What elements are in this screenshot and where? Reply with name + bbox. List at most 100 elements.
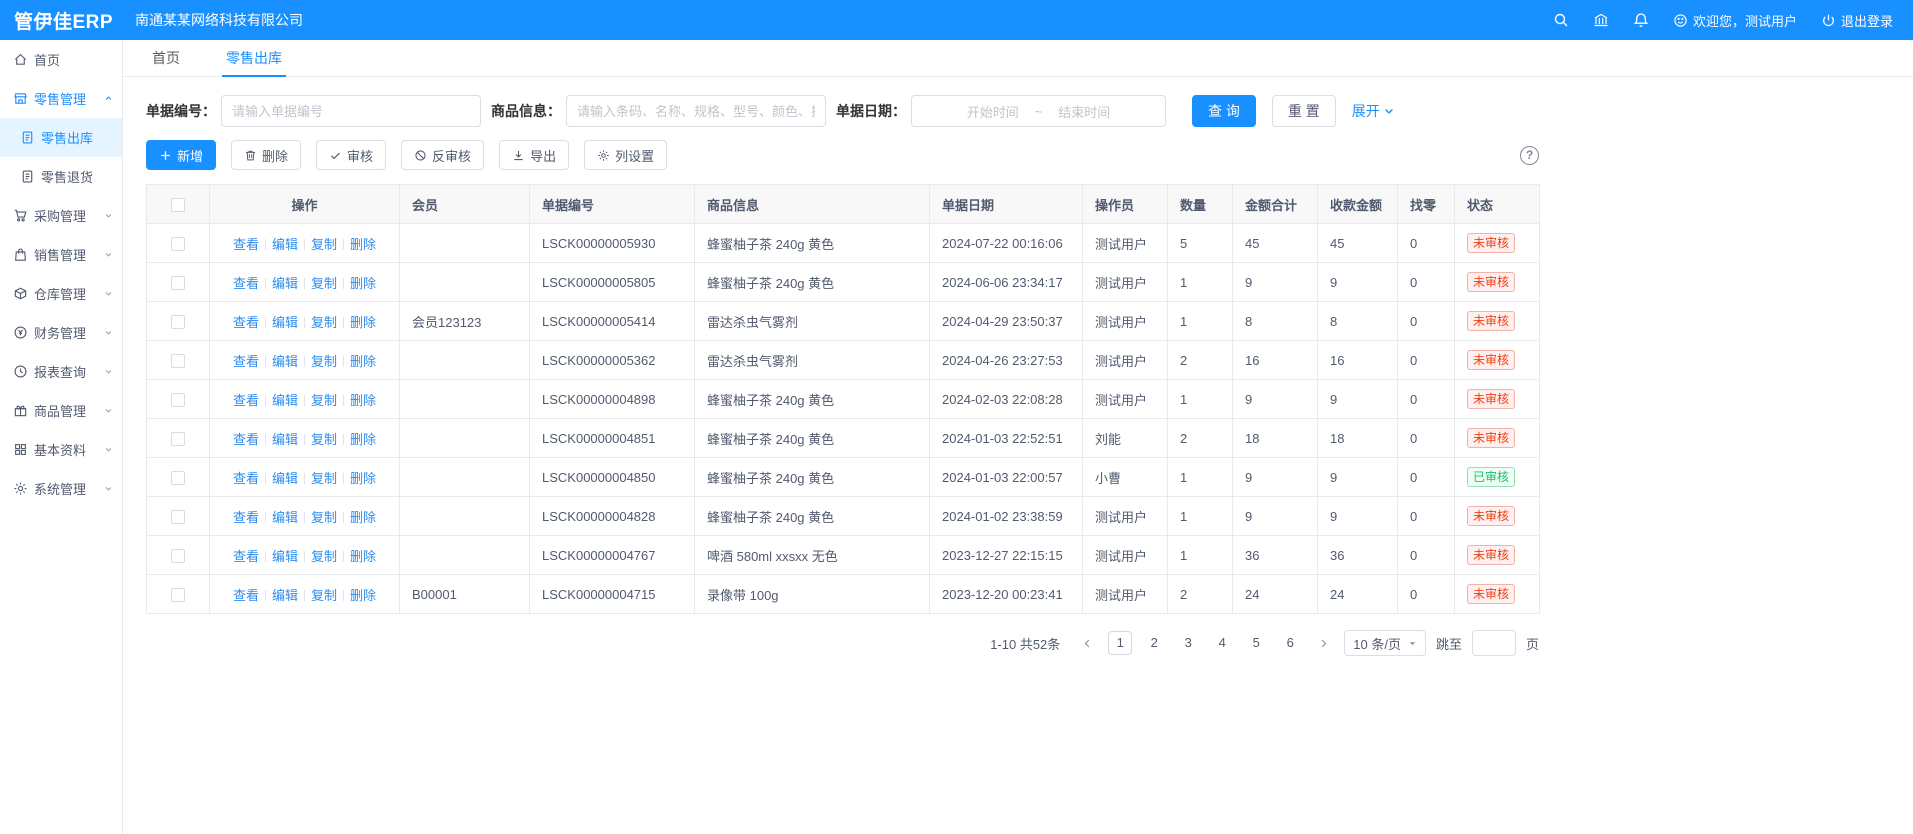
view-link[interactable]: 查看 — [233, 432, 259, 447]
view-link[interactable]: 查看 — [233, 471, 259, 486]
copy-link[interactable]: 复制 — [311, 432, 337, 447]
delete-link[interactable]: 删除 — [350, 471, 376, 486]
sidebar-item-retail-management[interactable]: 零售管理 — [0, 79, 122, 118]
page-button-3[interactable]: 3 — [1176, 631, 1200, 655]
sidebar-item-report-query[interactable]: 报表查询 — [0, 352, 122, 391]
edit-link[interactable]: 编辑 — [272, 276, 298, 291]
sidebar-item-retail-outbound[interactable]: 零售出库 — [0, 118, 122, 157]
search-button[interactable]: 查 询 — [1192, 95, 1256, 127]
row-checkbox[interactable] — [171, 237, 185, 251]
copy-link[interactable]: 复制 — [311, 510, 337, 525]
view-link[interactable]: 查看 — [233, 354, 259, 369]
bill-no-input[interactable] — [221, 95, 481, 127]
copy-link[interactable]: 复制 — [311, 588, 337, 603]
copy-link[interactable]: 复制 — [311, 237, 337, 252]
date-range-picker[interactable]: 开始时间 ~ 结束时间 — [911, 95, 1166, 127]
bell-icon[interactable] — [1633, 12, 1649, 28]
page-button-4[interactable]: 4 — [1210, 631, 1234, 655]
sidebar-item-retail-return[interactable]: 零售退货 — [0, 157, 122, 196]
edit-link[interactable]: 编辑 — [272, 549, 298, 564]
edit-link[interactable]: 编辑 — [272, 432, 298, 447]
edit-link[interactable]: 编辑 — [272, 393, 298, 408]
copy-link[interactable]: 复制 — [311, 315, 337, 330]
table-body: 查看编辑复制删除 LSCK00000005930 蜂蜜柚子茶 240g 黄色 2… — [147, 224, 1540, 614]
export-button[interactable]: 导出 — [499, 140, 569, 170]
logout-button[interactable]: 退出登录 — [1821, 11, 1893, 30]
prev-page-button[interactable] — [1076, 631, 1098, 655]
copy-link[interactable]: 复制 — [311, 354, 337, 369]
delete-button[interactable]: 删除 — [231, 140, 301, 170]
add-button[interactable]: 新增 — [146, 140, 216, 170]
view-link[interactable]: 查看 — [233, 237, 259, 252]
delete-link[interactable]: 删除 — [350, 393, 376, 408]
divider — [304, 590, 305, 601]
view-link[interactable]: 查看 — [233, 549, 259, 564]
edit-link[interactable]: 编辑 — [272, 237, 298, 252]
tab-retail-outbound[interactable]: 零售出库 — [222, 40, 286, 76]
audit-button[interactable]: 审核 — [316, 140, 386, 170]
row-checkbox[interactable] — [171, 549, 185, 563]
expand-link[interactable]: 展开 — [1352, 101, 1395, 121]
delete-link[interactable]: 删除 — [350, 315, 376, 330]
product-info-input[interactable] — [566, 95, 826, 127]
copy-link[interactable]: 复制 — [311, 471, 337, 486]
tab-home[interactable]: 首页 — [148, 40, 184, 76]
delete-link[interactable]: 删除 — [350, 237, 376, 252]
row-checkbox[interactable] — [171, 471, 185, 485]
row-checkbox[interactable] — [171, 276, 185, 290]
sidebar-item-warehouse-management[interactable]: 仓库管理 — [0, 274, 122, 313]
bill-no-cell: LSCK00000005362 — [530, 341, 695, 380]
edit-link[interactable]: 编辑 — [272, 471, 298, 486]
edit-link[interactable]: 编辑 — [272, 315, 298, 330]
view-link[interactable]: 查看 — [233, 510, 259, 525]
search-icon[interactable] — [1553, 12, 1569, 28]
edit-link[interactable]: 编辑 — [272, 510, 298, 525]
delete-link[interactable]: 删除 — [350, 549, 376, 564]
copy-link[interactable]: 复制 — [311, 549, 337, 564]
welcome-user[interactable]: 欢迎您，测试用户 — [1673, 11, 1797, 30]
page-button-5[interactable]: 5 — [1244, 631, 1268, 655]
view-link[interactable]: 查看 — [233, 276, 259, 291]
row-checkbox[interactable] — [171, 393, 185, 407]
delete-link[interactable]: 删除 — [350, 276, 376, 291]
chevron-down-icon — [1383, 105, 1395, 117]
delete-link[interactable]: 删除 — [350, 354, 376, 369]
reset-button[interactable]: 重 置 — [1272, 95, 1336, 127]
jump-page-input[interactable] — [1472, 630, 1516, 656]
bank-icon[interactable] — [1593, 12, 1609, 28]
sidebar-item-finance-management[interactable]: 财务管理 — [0, 313, 122, 352]
page-button-2[interactable]: 2 — [1142, 631, 1166, 655]
delete-link[interactable]: 删除 — [350, 588, 376, 603]
help-icon[interactable]: ? — [1520, 146, 1539, 165]
page-button-6[interactable]: 6 — [1278, 631, 1302, 655]
edit-link[interactable]: 编辑 — [272, 588, 298, 603]
smiley-icon — [1673, 13, 1688, 28]
view-link[interactable]: 查看 — [233, 588, 259, 603]
column-settings-button[interactable]: 列设置 — [584, 140, 667, 170]
row-checkbox[interactable] — [171, 432, 185, 446]
view-link[interactable]: 查看 — [233, 393, 259, 408]
sidebar-item-home[interactable]: 首页 — [0, 40, 122, 79]
unaudit-button[interactable]: 反审核 — [401, 140, 484, 170]
page-button-1[interactable]: 1 — [1108, 631, 1132, 655]
qty-cell: 1 — [1168, 458, 1233, 497]
view-link[interactable]: 查看 — [233, 315, 259, 330]
copy-link[interactable]: 复制 — [311, 393, 337, 408]
row-checkbox[interactable] — [171, 354, 185, 368]
row-checkbox[interactable] — [171, 588, 185, 602]
row-checkbox[interactable] — [171, 510, 185, 524]
delete-link[interactable]: 删除 — [350, 432, 376, 447]
next-page-button[interactable] — [1312, 631, 1334, 655]
delete-link[interactable]: 删除 — [350, 510, 376, 525]
sidebar-item-basic-data[interactable]: 基本资料 — [0, 430, 122, 469]
edit-link[interactable]: 编辑 — [272, 354, 298, 369]
row-checkbox[interactable] — [171, 315, 185, 329]
copy-link[interactable]: 复制 — [311, 276, 337, 291]
sidebar-item-sales-management[interactable]: 销售管理 — [0, 235, 122, 274]
select-all-checkbox[interactable] — [171, 198, 185, 212]
sidebar-item-product-management[interactable]: 商品管理 — [0, 391, 122, 430]
sidebar-item-purchase-management[interactable]: 采购管理 — [0, 196, 122, 235]
logout-label: 退出登录 — [1841, 11, 1893, 30]
page-size-select[interactable]: 10 条/页 — [1344, 630, 1426, 656]
sidebar-item-system-management[interactable]: 系统管理 — [0, 469, 122, 508]
